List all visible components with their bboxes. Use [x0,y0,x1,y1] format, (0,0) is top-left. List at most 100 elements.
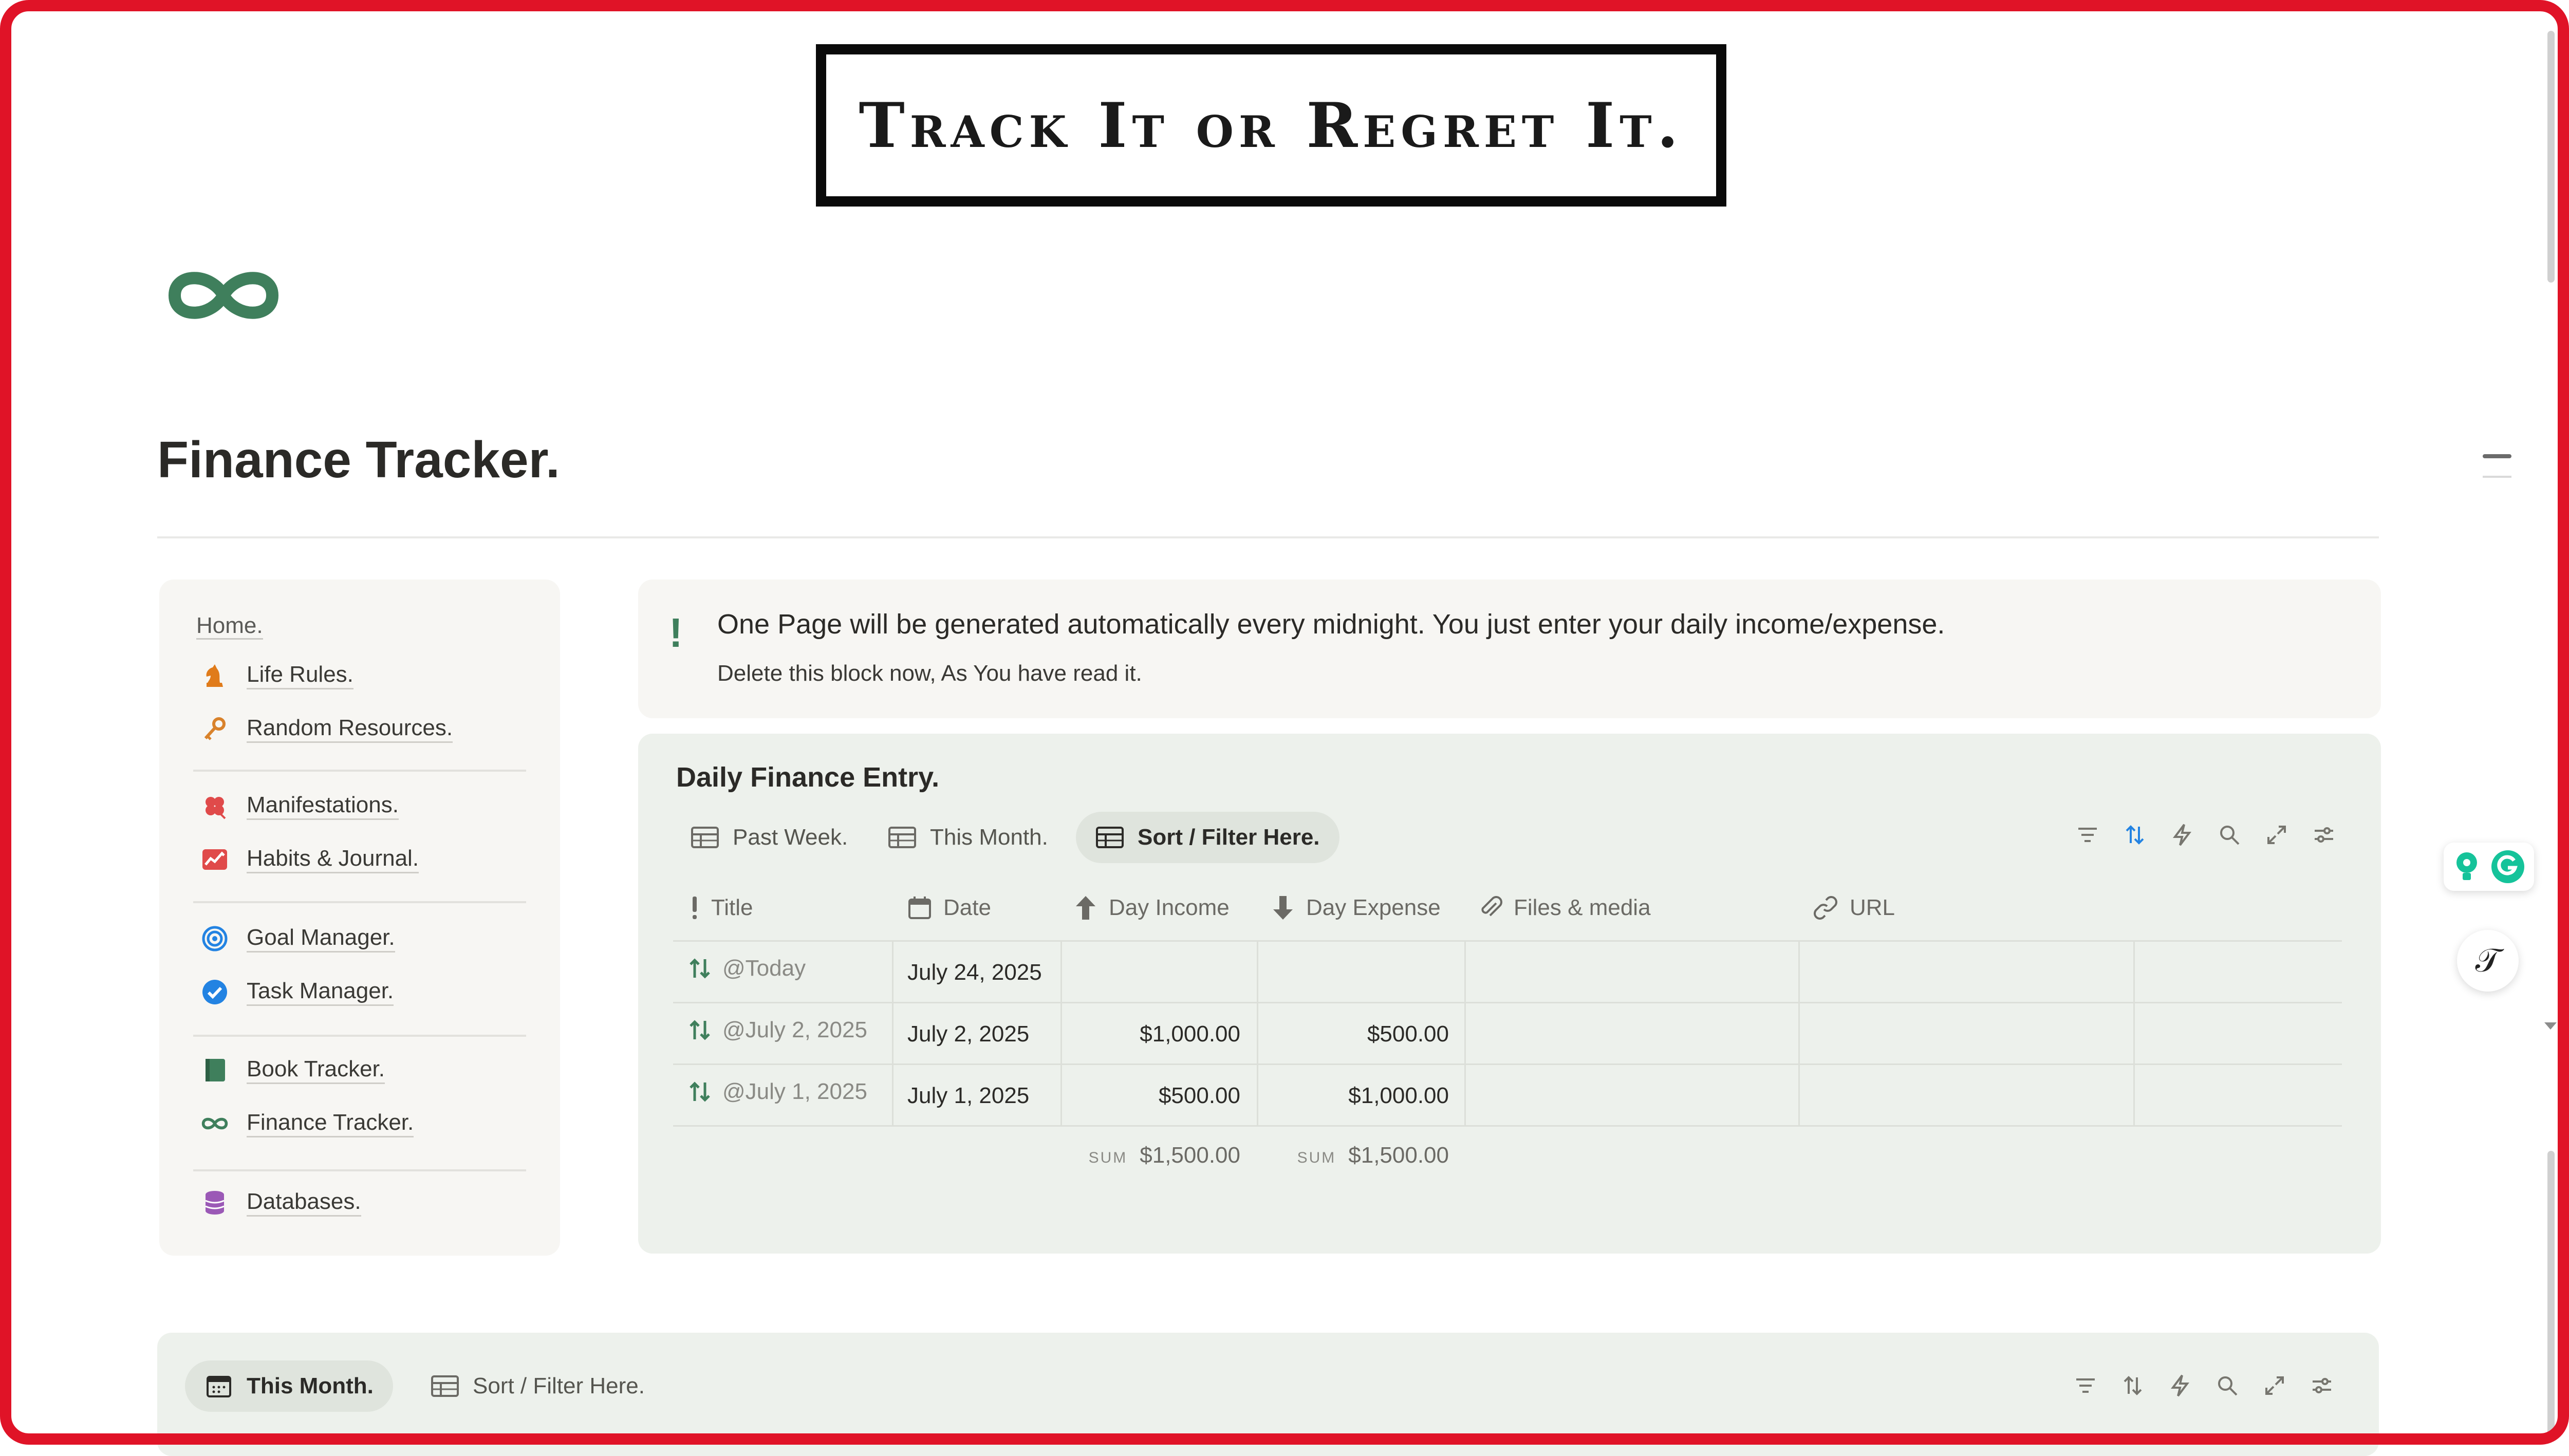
search-icon[interactable] [2216,821,2243,849]
sidebar-item-label: Random Resources. [247,715,453,743]
tab-label: Sort / Filter Here. [1138,825,1320,850]
scrollbar-thumb[interactable] [2547,1151,2555,1439]
income-sum-value: $1,500.00 [1140,1143,1240,1168]
automation-bolt-icon[interactable] [2168,821,2196,849]
sidebar-nav: Home. Life Rules. Random Resources. Mani… [159,580,560,1256]
table-divider [673,940,2342,942]
sidebar-item-label: Task Manager. [247,978,394,1006]
sidebar-item-goal-manager[interactable]: Goal Manager. [200,921,395,957]
scrollbar-thumb[interactable] [2547,31,2555,283]
row-income[interactable]: $500.00 [1065,1083,1240,1109]
row-expense[interactable]: $500.00 [1261,1021,1449,1047]
tab-sort-filter[interactable]: Sort / Filter Here. [1076,812,1339,863]
sidebar-item-habits-journal[interactable]: Habits & Journal. [200,842,419,878]
search-icon[interactable] [2213,1372,2241,1399]
row-income[interactable]: $1,000.00 [1065,1021,1240,1047]
database-title[interactable]: Daily Finance Entry. [676,761,939,793]
table-row[interactable]: @July 2, 2025 [687,1017,867,1043]
sidebar-item-finance-tracker[interactable]: Finance Tracker. [200,1106,414,1142]
swap-arrows-icon [687,1018,712,1042]
database-toolbar [2072,1372,2336,1399]
divider [157,536,2379,538]
automation-bolt-icon[interactable] [2166,1372,2194,1399]
clover-icon [200,792,229,820]
filter-icon[interactable] [2074,821,2101,849]
collapse-toggle[interactable] [2483,454,2511,478]
tab-label: Sort / Filter Here. [473,1373,645,1398]
sidebar-divider [193,901,526,903]
banner-text: Track It or Regret It. [859,89,1684,162]
column-header-label: Day Expense [1306,895,1441,920]
column-header-title[interactable]: Title [690,885,753,931]
tab-past-week[interactable]: Past Week. [671,812,867,863]
column-header-day-income[interactable]: Day Income [1074,885,1230,931]
sidebar-item-life-rules[interactable]: Life Rules. [200,658,353,694]
scroll-down-arrow-icon[interactable] [2544,1022,2557,1030]
daily-finance-database: Daily Finance Entry. Past Week. This Mon… [638,734,2381,1254]
settings-sliders-icon[interactable] [2308,1372,2336,1399]
tab-this-month[interactable]: This Month. [868,812,1068,863]
table-divider [1257,940,1258,1125]
chart-line-icon [200,845,229,874]
book-icon [200,1056,229,1085]
sidebar-home-link[interactable]: Home. [196,613,263,640]
row-date[interactable]: July 1, 2025 [907,1083,1029,1109]
calendar-icon [207,1376,231,1397]
exclamation-icon [690,895,700,920]
table-divider [1060,940,1062,1125]
expense-sum[interactable]: SUM $1,500.00 [1261,1143,1449,1168]
text-assistant-icon[interactable]: 𝒯 [2457,930,2519,992]
database-icon [200,1188,229,1217]
table-row[interactable]: @July 1, 2025 [687,1079,867,1105]
sort-icon[interactable] [2121,821,2149,849]
expand-icon[interactable] [2263,821,2291,849]
row-title[interactable]: @Today [722,956,806,981]
sidebar-item-label: Databases. [247,1189,361,1217]
callout-message: One Page will be generated automatically… [717,609,1945,640]
income-sum[interactable]: SUM $1,500.00 [1065,1143,1240,1168]
column-header-label: Day Income [1109,895,1230,920]
callout-block[interactable]: ! One Page will be generated automatical… [638,580,2381,718]
callout-subtext: Delete this block now, As You have read … [717,661,1142,686]
column-header-label: Files & media [1514,895,1651,920]
sidebar-item-random-resources[interactable]: Random Resources. [200,711,453,747]
check-circle-icon [200,978,229,1006]
infinity-icon[interactable] [159,257,288,334]
settings-sliders-icon[interactable] [2310,821,2338,849]
table-divider [673,1063,2342,1065]
column-header-url[interactable]: URL [1813,885,1895,931]
row-title[interactable]: @July 1, 2025 [722,1079,867,1105]
expand-icon[interactable] [2261,1372,2288,1399]
tab-this-month[interactable]: This Month. [185,1360,393,1412]
sidebar-item-book-tracker[interactable]: Book Tracker. [200,1052,385,1088]
sidebar-item-databases[interactable]: Databases. [200,1185,361,1221]
tab-sort-filter[interactable]: Sort / Filter Here. [411,1360,664,1412]
filter-icon[interactable] [2072,1372,2099,1399]
extension-widget[interactable] [2444,843,2534,891]
tab-label: This Month. [247,1373,374,1398]
target-icon [200,924,229,953]
row-title[interactable]: @July 2, 2025 [722,1017,867,1043]
grammarly-icon[interactable] [2490,849,2525,884]
column-header-label: Date [943,895,991,920]
tab-label: This Month. [930,825,1048,850]
arrow-up-icon [1074,895,1097,921]
row-date[interactable]: July 2, 2025 [907,1021,1029,1047]
column-header-files-media[interactable]: Files & media [1479,885,1651,931]
row-expense[interactable]: $1,000.00 [1261,1083,1449,1109]
sort-icon[interactable] [2119,1372,2147,1399]
sidebar-item-manifestations[interactable]: Manifestations. [200,788,399,824]
paperclip-icon [1479,895,1502,921]
sidebar-divider [193,1169,526,1171]
swap-arrows-icon [687,956,712,981]
table-row[interactable]: @Today [687,956,806,981]
swap-arrows-icon [687,1079,712,1104]
table-divider [1464,940,1466,1125]
column-header-date[interactable]: Date [907,885,991,931]
exclamation-icon: ! [669,610,683,656]
row-date[interactable]: July 24, 2025 [907,960,1042,985]
table-icon [888,827,916,848]
lightbulb-icon[interactable] [2452,850,2481,883]
sidebar-item-task-manager[interactable]: Task Manager. [200,974,394,1010]
column-header-day-expense[interactable]: Day Expense [1271,885,1441,931]
